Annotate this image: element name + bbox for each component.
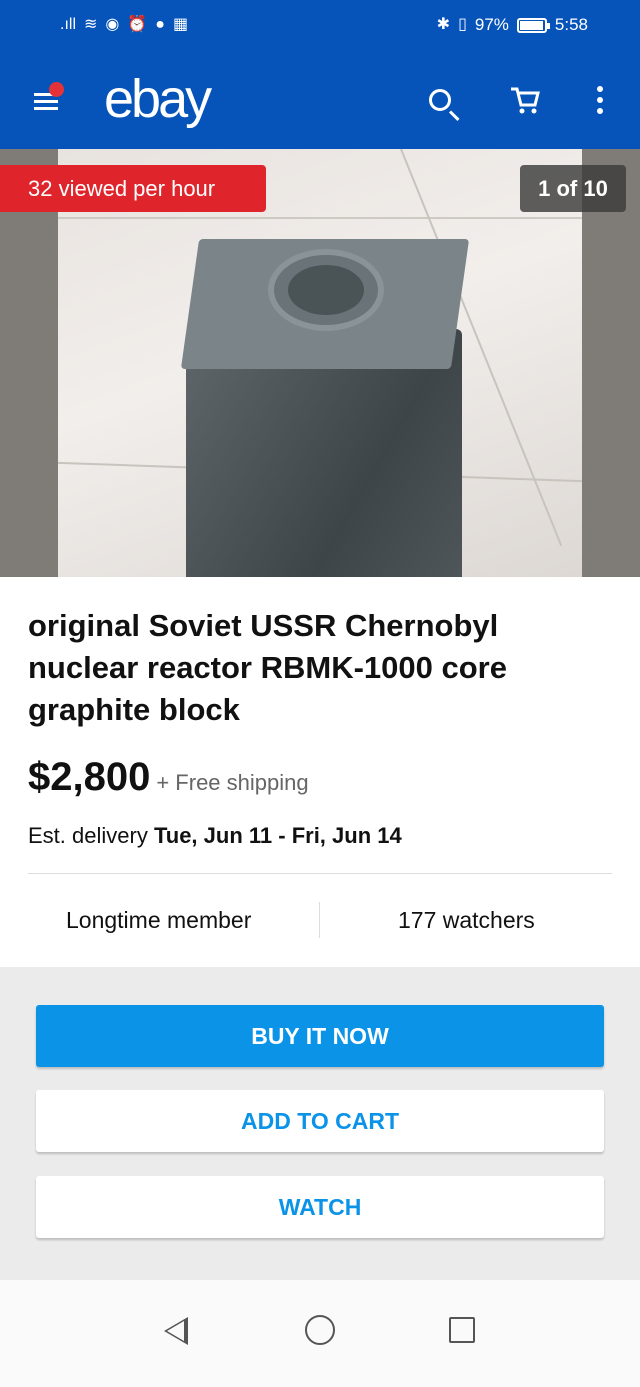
vibrate-icon: ▯ <box>458 16 467 33</box>
seller-status: Longtime member <box>66 907 252 933</box>
price-row: $2,800 + Free shipping <box>28 755 309 800</box>
activity-icon: ▦ <box>172 16 189 33</box>
add-to-cart-button[interactable]: ADD TO CART <box>36 1090 604 1152</box>
viewed-per-hour-badge: 32 viewed per hour <box>0 165 266 212</box>
search-icon <box>429 89 451 111</box>
shipping-info: + Free shipping <box>156 770 309 795</box>
eye-icon: ◉ <box>105 16 120 33</box>
battery-percent: 97% <box>474 15 509 34</box>
graphite-block-hole <box>268 249 384 331</box>
recents-icon[interactable] <box>449 1317 475 1343</box>
status-time: 5:58 <box>554 15 588 34</box>
status-left-icons: .ıll ≋ ◉ ⏰ ● ▦ <box>60 12 188 38</box>
media-icon: ● <box>155 16 165 33</box>
menu-icon-line <box>34 107 58 110</box>
watch-button[interactable]: WATCH <box>36 1176 604 1238</box>
delivery-dates: Tue, Jun 11 - Fri, Jun 14 <box>153 823 402 848</box>
alarm-icon: ⏰ <box>127 16 148 33</box>
cart-icon <box>511 87 540 114</box>
app-header: ebay <box>0 50 640 149</box>
more-icon <box>597 86 603 114</box>
menu-icon-line <box>34 100 58 103</box>
photo-detail <box>58 217 582 219</box>
divider <box>28 873 612 874</box>
watchers-count: 177 watchers <box>398 907 535 933</box>
system-nav-bar <box>0 1280 640 1387</box>
action-panel: BUY IT NOW ADD TO CART WATCH <box>0 967 640 1280</box>
stat-separator <box>319 902 320 938</box>
status-bar: .ıll ≋ ◉ ⏰ ● ▦ ✱ ▯ 97% 5:58 <box>0 0 640 50</box>
cart-button[interactable] <box>503 78 547 122</box>
estimated-delivery: Est. delivery Tue, Jun 11 - Fri, Jun 14 <box>28 823 402 849</box>
ebay-logo[interactable]: ebay <box>104 68 212 130</box>
listing-details: original Soviet USSR Chernobyl nuclear r… <box>0 577 640 967</box>
buy-it-now-button[interactable]: BUY IT NOW <box>36 1005 604 1067</box>
battery-fill <box>519 20 543 30</box>
notification-dot <box>49 82 64 97</box>
wifi-icon: ≋ <box>84 16 98 33</box>
price: $2,800 <box>28 755 151 799</box>
product-image-gallery[interactable] <box>0 149 640 577</box>
delivery-label: Est. delivery <box>28 823 148 848</box>
status-right-icons: ✱ ▯ 97% 5:58 <box>437 12 588 38</box>
home-icon[interactable] <box>305 1315 335 1345</box>
search-button[interactable] <box>418 78 462 122</box>
battery-icon <box>516 17 550 33</box>
listing-title: original Soviet USSR Chernobyl nuclear r… <box>28 608 507 727</box>
menu-button[interactable] <box>30 80 70 120</box>
more-options-button[interactable] <box>578 78 622 122</box>
back-icon[interactable] <box>164 1317 188 1345</box>
bluetooth-icon: ✱ <box>436 16 451 33</box>
image-counter: 1 of 10 <box>520 165 626 212</box>
signal-icon: .ıll <box>60 16 76 33</box>
